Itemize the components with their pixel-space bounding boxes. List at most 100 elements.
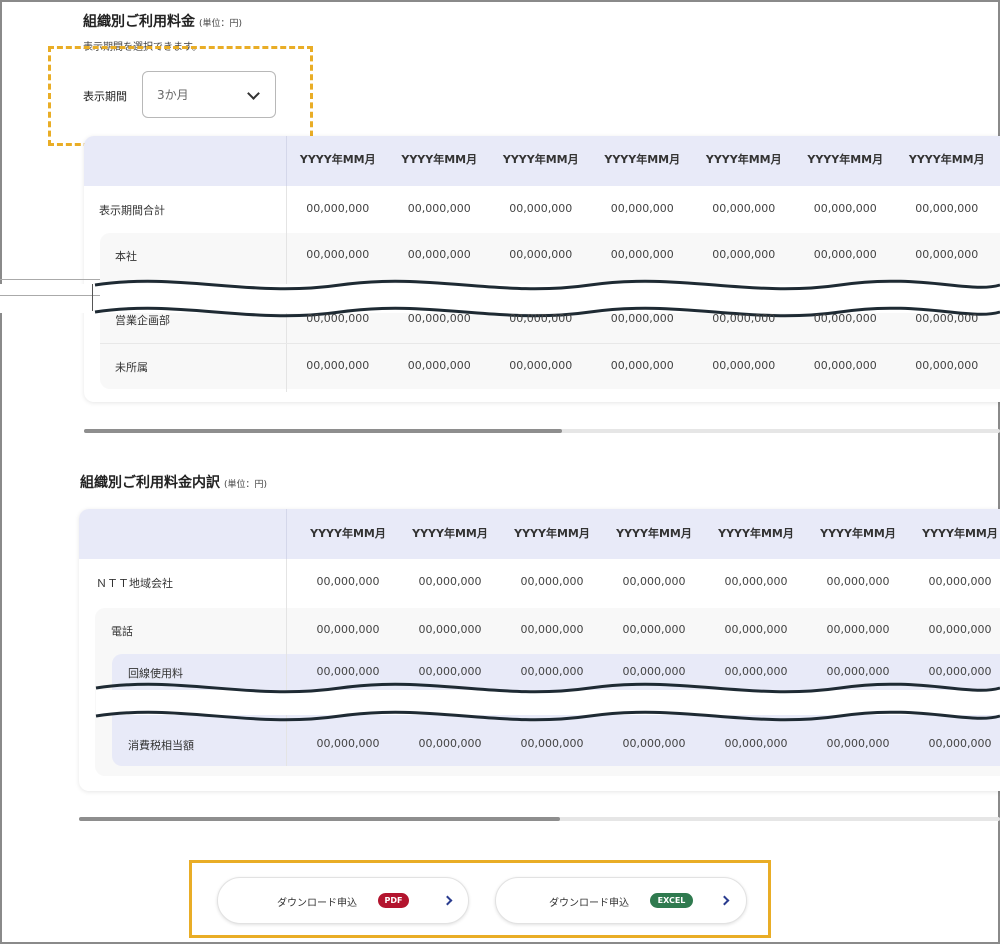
row-label: 回線使用料 <box>128 667 183 680</box>
table-cell: 00,000,000 <box>928 623 992 636</box>
table-cell: 00,000,000 <box>826 665 890 678</box>
table-cell: 00,000,000 <box>813 359 877 372</box>
table-cell: 00,000,000 <box>316 575 380 588</box>
download-excel-label: ダウンロード申込 <box>549 898 629 909</box>
column-header: YYYY年MM月 <box>616 527 692 540</box>
download-excel-button[interactable]: ダウンロード申込 EXCEL <box>495 877 747 924</box>
column-header: YYYY年MM月 <box>502 153 579 166</box>
period-select[interactable]: 3か月 <box>142 71 276 118</box>
table-cell: 00,000,000 <box>724 665 788 678</box>
table-cell: 00,000,000 <box>407 248 471 261</box>
section2-title: 組織別ご利用料金内訳 (単位：円) <box>80 475 268 491</box>
table-cell: 00,000,000 <box>306 312 370 325</box>
table-cell: 00,000,000 <box>928 665 992 678</box>
table-cell: 00,000,000 <box>622 665 686 678</box>
table-cell: 00,000,000 <box>306 202 370 215</box>
table-cell: 00,000,000 <box>813 248 877 261</box>
table-cell: 00,000,000 <box>316 623 380 636</box>
table-cell: 00,000,000 <box>826 737 890 750</box>
table-cell: 00,000,000 <box>712 202 776 215</box>
column-header: YYYY年MM月 <box>401 153 478 166</box>
pdf-badge: PDF <box>378 893 409 908</box>
download-pdf-button[interactable]: ダウンロード申込 PDF <box>217 877 469 924</box>
table-cell: 00,000,000 <box>915 202 979 215</box>
chevron-right-icon <box>442 895 453 906</box>
table-cell: 00,000,000 <box>418 623 482 636</box>
table-cell: 00,000,000 <box>724 575 788 588</box>
table-cell: 00,000,000 <box>509 312 573 325</box>
row-label: 電話 <box>111 625 133 638</box>
table-cell: 00,000,000 <box>418 665 482 678</box>
table-cell: 00,000,000 <box>915 248 979 261</box>
section1-unit: (単位：円) <box>199 19 243 29</box>
column-header: YYYY年MM月 <box>514 527 590 540</box>
table-cell: 00,000,000 <box>407 359 471 372</box>
column-header: YYYY年MM月 <box>310 527 386 540</box>
table-cell: 00,000,000 <box>928 737 992 750</box>
period-label: 表示期間 <box>83 90 127 103</box>
row-label: 表示期間合計 <box>99 204 165 217</box>
table-cell: 00,000,000 <box>724 623 788 636</box>
table2-scrollbar-thumb[interactable] <box>79 817 560 821</box>
table-cell: 00,000,000 <box>622 575 686 588</box>
column-divider <box>286 559 287 766</box>
table-cell: 00,000,000 <box>509 202 573 215</box>
row-label: 消費税相当額 <box>128 739 194 752</box>
table-cell: 00,000,000 <box>826 623 890 636</box>
table-cell: 00,000,000 <box>407 202 471 215</box>
table-cell: 00,000,000 <box>826 575 890 588</box>
table-cell: 00,000,000 <box>610 359 674 372</box>
table-cell: 00,000,000 <box>915 359 979 372</box>
column-header: YYYY年MM月 <box>412 527 488 540</box>
period-select-value: 3か月 <box>157 88 189 102</box>
section1-title: 組織別ご利用料金 (単位：円) <box>83 14 243 30</box>
table-cell: 00,000,000 <box>610 312 674 325</box>
column-header: YYYY年MM月 <box>718 527 794 540</box>
row-label: 本社 <box>115 250 137 263</box>
table-cell: 00,000,000 <box>418 737 482 750</box>
table-cell: 00,000,000 <box>712 312 776 325</box>
column-header: YYYY年MM月 <box>820 527 896 540</box>
column-header: YYYY年MM月 <box>807 153 884 166</box>
table-cell: 00,000,000 <box>813 312 877 325</box>
section2-unit: (単位：円) <box>224 480 268 490</box>
table-cell: 00,000,000 <box>520 665 584 678</box>
table-cell: 00,000,000 <box>520 575 584 588</box>
row-divider <box>100 343 1000 344</box>
table-cell: 00,000,000 <box>509 248 573 261</box>
download-pdf-label: ダウンロード申込 <box>277 898 357 909</box>
table-cell: 00,000,000 <box>520 623 584 636</box>
table-break-mark-2 <box>95 682 1000 722</box>
text-cursor <box>92 284 93 311</box>
column-header: YYYY年MM月 <box>908 153 985 166</box>
table-cell: 00,000,000 <box>306 359 370 372</box>
row-label: ＮＴＴ地域会社 <box>96 577 173 590</box>
column-header: YYYY年MM月 <box>705 153 782 166</box>
header-divider <box>286 509 287 559</box>
table-cell: 00,000,000 <box>712 359 776 372</box>
table-cell: 00,000,000 <box>813 202 877 215</box>
chevron-right-icon <box>719 895 730 906</box>
row-label: 営業企画部 <box>115 314 170 327</box>
column-header: YYYY年MM月 <box>604 153 681 166</box>
column-header: YYYY年MM月 <box>299 153 376 166</box>
table-cell: 00,000,000 <box>509 359 573 372</box>
table-cell: 00,000,000 <box>610 202 674 215</box>
table-cell: 00,000,000 <box>915 312 979 325</box>
column-header: YYYY年MM月 <box>922 527 998 540</box>
table-cell: 00,000,000 <box>418 575 482 588</box>
table-cell: 00,000,000 <box>520 737 584 750</box>
table-cell: 00,000,000 <box>407 312 471 325</box>
table-cell: 00,000,000 <box>622 737 686 750</box>
table-cell: 00,000,000 <box>610 248 674 261</box>
table-cell: 00,000,000 <box>724 737 788 750</box>
table-cell: 00,000,000 <box>622 623 686 636</box>
table-cell: 00,000,000 <box>316 737 380 750</box>
table-cell: 00,000,000 <box>316 665 380 678</box>
row-label: 未所属 <box>115 361 148 374</box>
table1-scrollbar-thumb[interactable] <box>84 429 562 433</box>
table-cell: 00,000,000 <box>306 248 370 261</box>
table-cell: 00,000,000 <box>712 248 776 261</box>
chevron-down-icon <box>247 87 260 100</box>
table-cell: 00,000,000 <box>928 575 992 588</box>
